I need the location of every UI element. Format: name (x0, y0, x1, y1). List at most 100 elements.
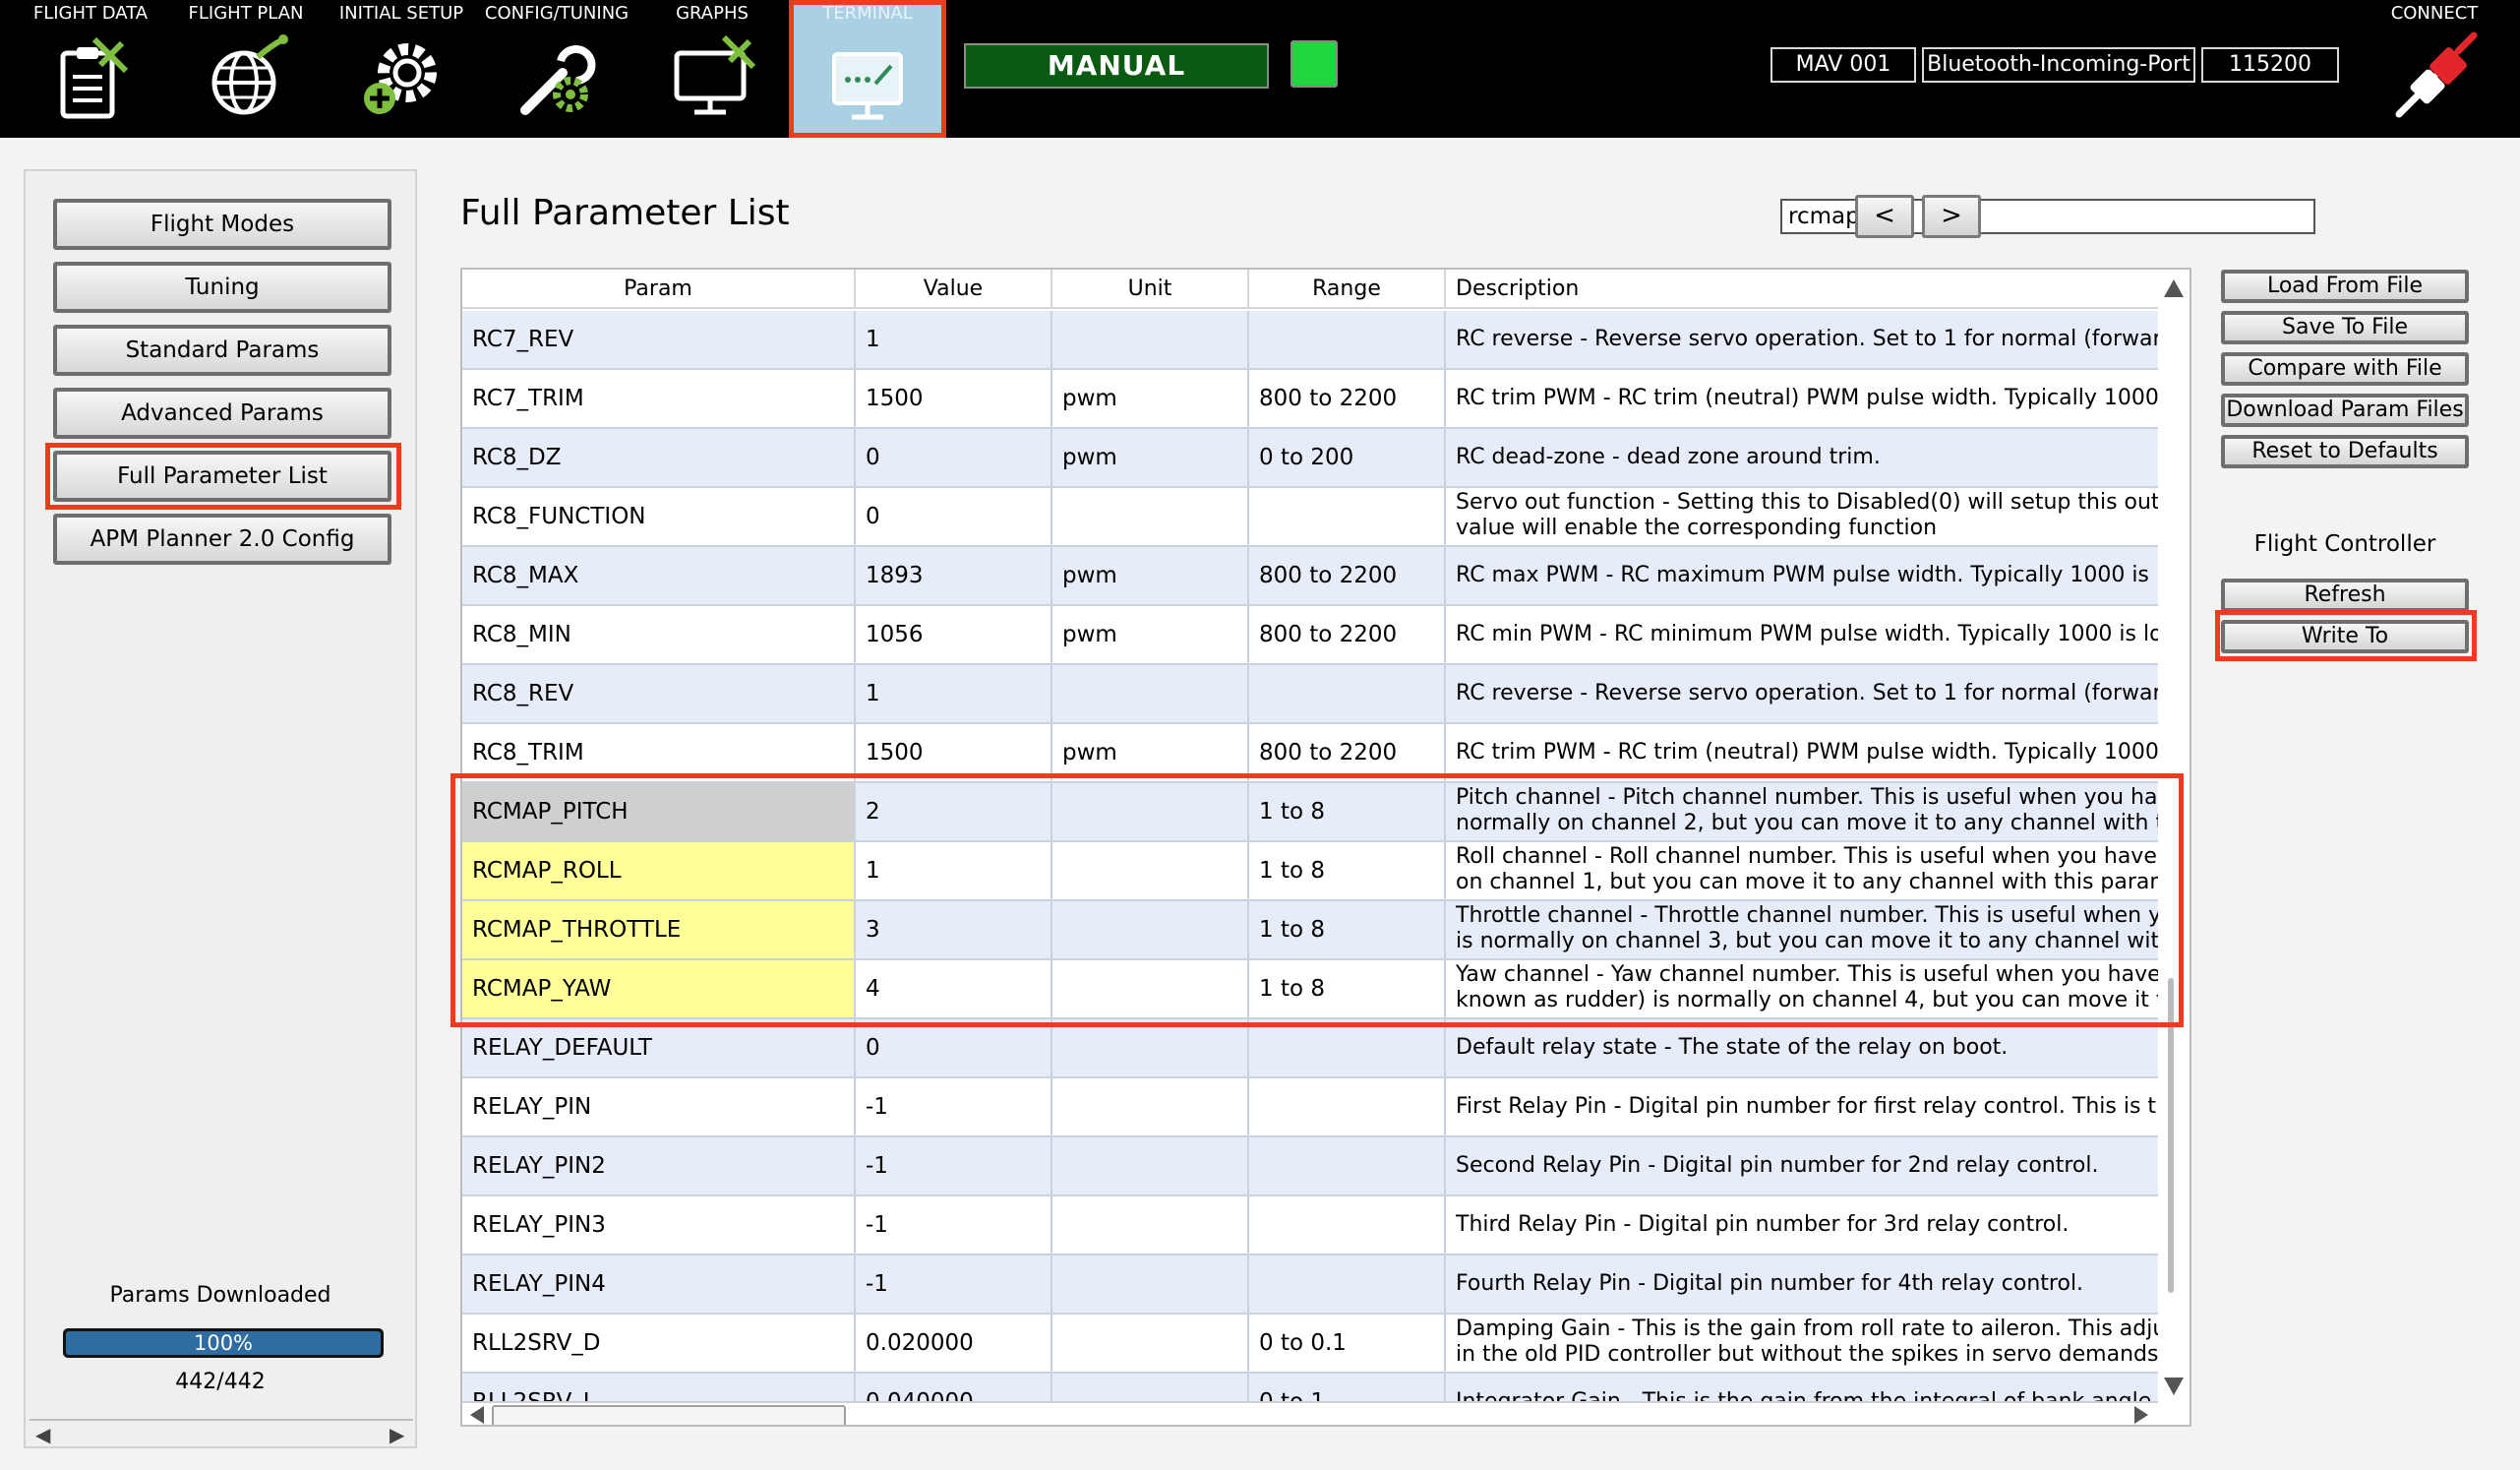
search-prev-button[interactable]: < (1855, 195, 1914, 238)
cell-param: RC8_MAX (462, 547, 856, 604)
nav-graphs[interactable]: GRAPHS (639, 0, 785, 138)
cell-value[interactable]: -1 (856, 1196, 1052, 1254)
column-header-param[interactable]: Param (462, 270, 856, 309)
column-header-value[interactable]: Value (856, 270, 1052, 309)
load-from-file-button[interactable]: Load From File (2221, 270, 2469, 303)
cell-value[interactable]: 0 (856, 1019, 1052, 1076)
sidebar-horizontal-scrollbar[interactable]: ◀ ▶ (30, 1419, 413, 1446)
refresh-button[interactable]: Refresh (2221, 579, 2469, 612)
column-header-unit[interactable]: Unit (1052, 270, 1249, 309)
download-param-files-button[interactable]: Download Param Files (2221, 394, 2469, 427)
cell-value[interactable]: 2 (856, 783, 1052, 840)
cell-range (1249, 1256, 1446, 1313)
scroll-right-icon[interactable]: ▶ (390, 1423, 404, 1446)
port-selector[interactable]: Bluetooth-Incoming-Port (1922, 47, 2195, 83)
table-row[interactable]: RC7_REV 1 RC reverse - Reverse servo opera… (462, 311, 2158, 370)
table-row[interactable]: RC8_MAX 1893 pwm 800 to 2200 RC max PWM - RC… (462, 547, 2158, 606)
table-row[interactable]: RCMAP_PITCH 2 1 to 8 Pitch channel - Pitch … (462, 783, 2158, 842)
cell-value[interactable]: 1056 (856, 606, 1052, 663)
description-line: on channel 1, but you can move it to any… (1456, 870, 2158, 894)
scroll-left-icon[interactable]: ◀ (35, 1423, 50, 1446)
nav-terminal[interactable]: TERMINAL (789, 0, 946, 138)
table-row[interactable]: RC8_REV 1 RC reverse - Reverse servo opera… (462, 665, 2158, 724)
connect-button[interactable]: CONNECT (2361, 0, 2508, 138)
wrench-gear-icon (520, 45, 596, 115)
scroll-right-icon[interactable] (2134, 1406, 2148, 1424)
search-next-button[interactable]: > (1922, 195, 1981, 238)
scroll-thumb[interactable] (492, 1405, 846, 1425)
cell-range (1249, 1078, 1446, 1135)
description-line: known as rudder) is normally on channel … (1456, 988, 2158, 1012)
description-line: First Relay Pin - Digital pin number for… (1456, 1094, 2157, 1119)
cell-value[interactable]: 0 (856, 429, 1052, 486)
table-row[interactable]: RELAY_PIN -1 First Relay Pin - Digital pin… (462, 1078, 2158, 1137)
scroll-thumb[interactable] (2168, 978, 2174, 1293)
cell-param: RLL2SRV_D (462, 1315, 856, 1372)
cell-range (1249, 311, 1446, 368)
column-header-range[interactable]: Range (1249, 270, 1446, 309)
nav-flight-plan[interactable]: FLIGHT PLAN (173, 0, 319, 138)
table-vertical-scrollbar[interactable] (2160, 270, 2190, 1401)
nav-config-tuning[interactable]: CONFIG/TUNING (484, 0, 630, 138)
sidebar-item-flight-modes[interactable]: Flight Modes (53, 199, 391, 250)
cell-unit (1052, 1315, 1249, 1372)
cell-value[interactable]: 4 (856, 960, 1052, 1017)
nav-flight-plan-label: FLIGHT PLAN (188, 3, 304, 24)
table-row[interactable]: RELAY_PIN4 -1 Fourth Relay Pin - Digital p… (462, 1256, 2158, 1315)
nav-initial-setup[interactable]: INITIAL SETUP (329, 0, 474, 138)
sidebar-item-advanced-params[interactable]: Advanced Params (53, 388, 391, 439)
table-row[interactable]: RELAY_DEFAULT 0 Default relay state - The … (462, 1019, 2158, 1078)
cell-value[interactable]: 1500 (856, 370, 1052, 427)
table-horizontal-scrollbar[interactable] (462, 1401, 2158, 1425)
cell-value[interactable]: 1 (856, 311, 1052, 368)
sidebar-item-tuning[interactable]: Tuning (53, 262, 391, 313)
table-row[interactable]: RC7_TRIM 1500 pwm 800 to 2200 RC trim PWM - … (462, 370, 2158, 429)
nav-flight-data[interactable]: FLIGHT DATA (18, 0, 163, 138)
cell-value[interactable]: -1 (856, 1137, 1052, 1194)
table-row[interactable]: RCMAP_THROTTLE 3 1 to 8 Throttle channel - … (462, 901, 2158, 960)
table-row[interactable]: RC8_TRIM 1500 pwm 800 to 2200 RC trim PWM - … (462, 724, 2158, 783)
cell-param: RELAY_PIN2 (462, 1137, 856, 1194)
save-to-file-button[interactable]: Save To File (2221, 311, 2469, 344)
table-row[interactable]: RC8_MIN 1056 pwm 800 to 2200 RC min PWM - RC… (462, 606, 2158, 665)
scroll-left-icon[interactable] (470, 1406, 484, 1424)
cell-unit: pwm (1052, 724, 1249, 781)
compare-with-file-button[interactable]: Compare with File (2221, 352, 2469, 386)
table-row[interactable]: RELAY_PIN2 -1 Second Relay Pin - Digital p… (462, 1137, 2158, 1196)
globe-flight-plan-icon (211, 34, 288, 115)
mav-selector[interactable]: MAV 001 (1770, 47, 1916, 83)
cell-range: 1 to 8 (1249, 783, 1446, 840)
cell-value[interactable]: 3 (856, 901, 1052, 958)
cell-description: RC reverse - Reverse servo operation. Se… (1446, 665, 2158, 722)
cell-value[interactable]: 1 (856, 665, 1052, 722)
scroll-down-icon[interactable] (2164, 1378, 2184, 1395)
cell-value[interactable]: -1 (856, 1256, 1052, 1313)
description-line: Yaw channel - Yaw channel number. This i… (1456, 962, 2158, 987)
cell-param: RC8_FUNCTION (462, 488, 856, 545)
column-header-description[interactable]: Description (1446, 270, 2158, 309)
table-row[interactable]: RCMAP_YAW 4 1 to 8 Yaw channel - Yaw channe… (462, 960, 2158, 1019)
reset-to-defaults-button[interactable]: Reset to Defaults (2221, 435, 2469, 468)
table-row[interactable]: RLL2SRV_I 0.040000 0 to 1 Integrator Gain -… (462, 1374, 2158, 1403)
cell-unit (1052, 1374, 1249, 1403)
cell-value[interactable]: 1 (856, 842, 1052, 899)
cell-value[interactable]: 1893 (856, 547, 1052, 604)
cell-description: RC dead-zone - dead zone around trim. (1446, 429, 2158, 486)
cell-param: RLL2SRV_I (462, 1374, 856, 1403)
table-row[interactable]: RCMAP_ROLL 1 1 to 8 Roll channel - Roll cha… (462, 842, 2158, 901)
sidebar-item-standard-params[interactable]: Standard Params (53, 325, 391, 376)
table-row[interactable]: RLL2SRV_D 0.020000 0 to 0.1 Damping Gain - … (462, 1315, 2158, 1374)
baud-selector[interactable]: 115200 (2201, 47, 2339, 83)
cell-value[interactable]: 0.040000 (856, 1374, 1052, 1403)
sidebar-item-apm-planner-config[interactable]: APM Planner 2.0 Config (53, 514, 391, 565)
table-row[interactable]: RC8_DZ 0 pwm 0 to 200 RC dead-zone - dead zo… (462, 429, 2158, 488)
cell-description: Damping Gain - This is the gain from rol… (1446, 1315, 2158, 1372)
cell-value[interactable]: 0 (856, 488, 1052, 545)
cell-param: RCMAP_THROTTLE (462, 901, 856, 958)
cell-value[interactable]: 1500 (856, 724, 1052, 781)
scroll-up-icon[interactable] (2164, 279, 2184, 297)
table-row[interactable]: RELAY_PIN3 -1 Third Relay Pin - Digital pi… (462, 1196, 2158, 1256)
cell-value[interactable]: 0.020000 (856, 1315, 1052, 1372)
table-row[interactable]: RC8_FUNCTION 0 Servo out function - Settin… (462, 488, 2158, 547)
cell-value[interactable]: -1 (856, 1078, 1052, 1135)
